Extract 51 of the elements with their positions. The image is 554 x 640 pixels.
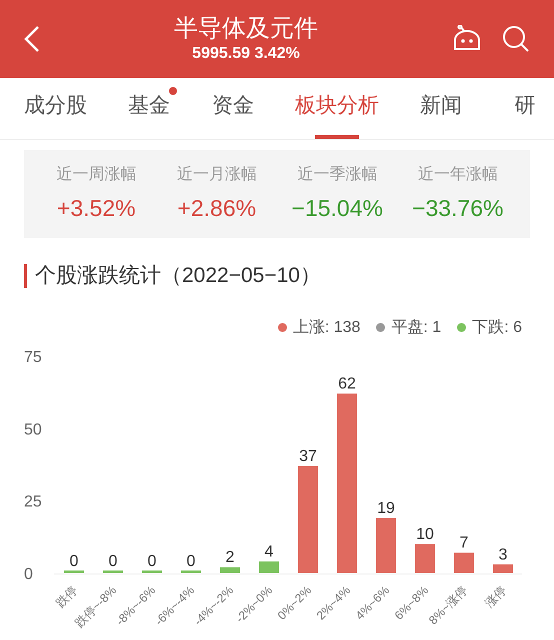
bar-value-label: 19 — [377, 500, 395, 517]
change-value: +2.86% — [177, 194, 256, 223]
period-label: 近一月涨幅 — [176, 164, 257, 185]
change-value: −33.76% — [412, 194, 504, 223]
period-label: 近一季涨幅 — [297, 164, 378, 185]
bar-value-label: 7 — [460, 534, 468, 552]
y-tick-label: 25 — [24, 493, 42, 510]
y-tick-label: 50 — [24, 420, 42, 438]
back-icon[interactable] — [24, 25, 40, 53]
bar-value-label: 3 — [498, 546, 508, 563]
legend-label: 平盘: 1 — [391, 318, 442, 338]
period-label: 近一周涨幅 — [56, 164, 136, 185]
bar — [493, 564, 513, 572]
robot-icon[interactable] — [452, 25, 482, 53]
tab[interactable]: 板块分析 — [295, 78, 379, 135]
bar-value-label: 0 — [186, 552, 196, 570]
bar-value-label: 10 — [416, 526, 434, 543]
bar — [181, 570, 201, 572]
bar — [220, 566, 240, 572]
section-title: 个股涨跌统计（2022−05−10） — [35, 263, 321, 289]
legend-label: 上涨: 138 — [292, 318, 360, 338]
change-value: +3.52% — [56, 194, 136, 223]
bar — [454, 552, 474, 572]
tab[interactable]: 新闻 — [420, 78, 462, 135]
tab[interactable]: 资金 — [212, 78, 254, 135]
bar-value-label: 4 — [264, 542, 274, 560]
change-value: −15.04% — [292, 194, 383, 223]
bar-value-label: 0 — [70, 552, 78, 570]
bar-value-label: 2 — [226, 548, 234, 566]
bar — [259, 560, 279, 572]
y-tick-label: 75 — [24, 348, 42, 366]
bar-value-label: 0 — [148, 552, 156, 570]
bar-value-label: 62 — [338, 375, 356, 392]
tab[interactable]: 研 — [514, 78, 536, 135]
x-axis-label: 涨停 — [482, 582, 510, 610]
tab[interactable]: 成分股 — [24, 78, 87, 135]
y-tick-label: 0 — [24, 566, 33, 582]
period-label: 近一年涨幅 — [418, 164, 498, 185]
bar — [64, 570, 84, 572]
bar-value-label: 37 — [299, 447, 317, 464]
bar — [142, 570, 162, 572]
bar — [415, 544, 435, 572]
x-axis-label: 跌停 — [53, 582, 80, 610]
bar-value-label: 0 — [108, 552, 118, 570]
page-title: 半导体及元件 — [174, 14, 318, 44]
bar — [103, 570, 123, 572]
tab[interactable]: 基金 — [128, 78, 170, 135]
search-icon[interactable] — [502, 25, 530, 53]
index-quote: 5995.59 3.42% — [192, 44, 300, 64]
bar — [376, 518, 396, 572]
legend-label: 下跌: 6 — [472, 318, 522, 338]
